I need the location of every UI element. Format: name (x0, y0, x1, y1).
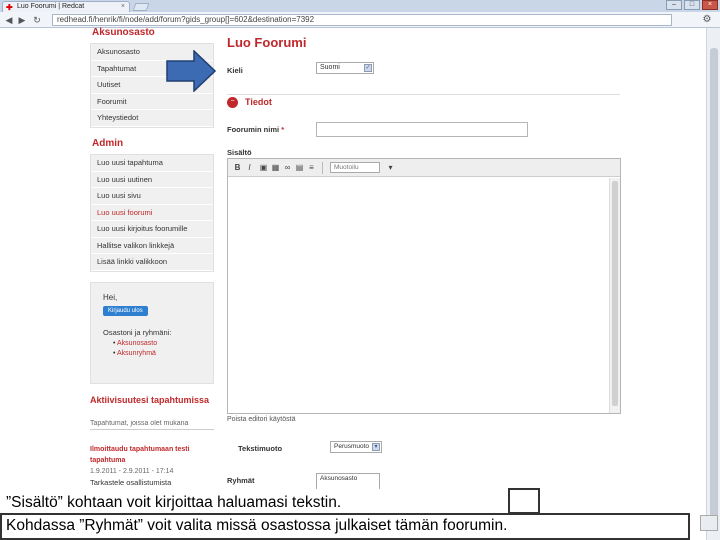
new-tab-button[interactable] (132, 3, 150, 11)
caption-line-2: Kohdassa ”Ryhmät” voit valita missä osas… (0, 513, 690, 540)
language-select[interactable]: Suomi ✓ (316, 62, 374, 74)
text-format-value: Perusmuoto (334, 443, 370, 450)
caption-box (508, 488, 540, 514)
bold-icon[interactable]: B (233, 163, 242, 172)
user-greeting: Hei, (103, 293, 118, 302)
events-subtitle: Tapahtumat, joissa olet mukana (90, 420, 214, 430)
collapse-icon[interactable]: − (227, 97, 238, 108)
forum-name-input[interactable] (316, 122, 528, 137)
divider (227, 94, 620, 95)
admin-item-new-page[interactable]: Luo uusi sivu (91, 188, 213, 205)
close-window-button[interactable]: × (702, 0, 718, 10)
chevron-down-icon: ▾ (372, 443, 380, 451)
admin-item-new-forum-post[interactable]: Luo uusi kirjoitus foorumille (91, 221, 213, 238)
language-value: Suomi (320, 64, 340, 71)
user-group-link[interactable]: • Aksunryhmä (113, 350, 213, 357)
sidebar-item-yhteystiedot[interactable]: Yhteystiedot (91, 110, 213, 127)
sidebar-item-foorumit[interactable]: Foorumit (91, 94, 213, 110)
language-label: Kieli (227, 66, 243, 75)
chevron-down-icon: ✓ (364, 64, 372, 72)
admin-item-add-link[interactable]: Lisää linkki valikkoon (91, 254, 213, 271)
arrow-right-icon (166, 50, 216, 92)
editor-content-area[interactable] (228, 178, 608, 413)
maximize-button[interactable]: □ (684, 0, 700, 10)
back-icon[interactable]: ◀ (4, 15, 14, 25)
caption-line-1: ”Sisältö” kohtaan voit kirjoittaa haluam… (0, 489, 508, 515)
image-icon[interactable]: ▣ (259, 163, 268, 172)
minimize-button[interactable]: – (666, 0, 682, 10)
forum-name-label: Foorumin nimi * (227, 125, 285, 134)
admin-item-new-news[interactable]: Luo uusi uutinen (91, 172, 213, 188)
sidebar: Aksunosasto Aksunosasto Tapahtumat Uutis… (90, 27, 216, 540)
groups-label: Ryhmät (227, 476, 255, 485)
corner-widget (700, 515, 718, 531)
text-format-select[interactable]: Perusmuoto ▾ (330, 441, 382, 453)
user-group-link[interactable]: • Aksunosasto (113, 340, 213, 347)
table-icon[interactable]: ▦ (271, 163, 280, 172)
source-icon[interactable]: ▾ (386, 163, 395, 172)
browser-tab[interactable]: ✚ Luo Foorumi | Redcat × (2, 1, 130, 12)
event-date: 1.9.2011 - 2.9.2011 - 17:14 (90, 468, 174, 475)
groups-option[interactable]: Aksunosasto (320, 475, 357, 482)
italic-icon[interactable]: I (245, 163, 254, 172)
close-tab-icon[interactable]: × (121, 2, 125, 12)
events-title: Aktiivisuutesi tapahtumissa (90, 395, 210, 405)
section-title: Aksunosasto (92, 27, 155, 38)
url-field[interactable]: redhead.fi/henrik/fi/node/add/forum?gids… (52, 14, 672, 26)
admin-item-new-event[interactable]: Luo uusi tapahtuma (91, 155, 213, 172)
content-label: Sisältö (227, 148, 252, 157)
format-select[interactable]: Muotoilu (330, 162, 380, 173)
admin-title: Admin (92, 138, 124, 149)
page-scrollbar[interactable] (706, 28, 720, 540)
admin-menu: Luo uusi tapahtuma Luo uusi uutinen Luo … (90, 154, 214, 272)
editor-toolbar: B I ▣ ▦ ∞ ▤ ≡ Muotoilu ▾ (228, 159, 620, 177)
required-mark: * (281, 125, 285, 134)
toolbar-separator (322, 162, 323, 174)
event-manage-link[interactable]: Tarkastele osallistumista (90, 478, 171, 487)
admin-item-manage-links[interactable]: Hallitse valikon linkkejä (91, 238, 213, 254)
window-controls: – □ × (666, 0, 718, 12)
page-scroll-thumb[interactable] (710, 48, 718, 518)
rich-text-editor: B I ▣ ▦ ∞ ▤ ≡ Muotoilu ▾ (227, 158, 621, 414)
user-box: Hei, Kirjaudu ulos Osastoni ja ryhmäni: … (90, 282, 214, 384)
media-icon[interactable]: ▤ (295, 163, 304, 172)
list-icon[interactable]: ≡ (307, 163, 316, 172)
redcross-favicon-icon: ✚ (6, 3, 13, 12)
fieldset-title[interactable]: Tiedot (245, 97, 272, 107)
reload-icon[interactable]: ↻ (32, 15, 42, 25)
editor-scroll-thumb[interactable] (612, 181, 618, 406)
wrench-icon[interactable]: ⚙ (700, 14, 714, 26)
admin-item-new-forum[interactable]: Luo uusi foorumi (91, 205, 213, 221)
address-bar: ◀ ▶ ↻ redhead.fi/henrik/fi/node/add/foru… (0, 12, 720, 28)
forward-icon[interactable]: ▶ (17, 15, 27, 25)
browser-tab-bar: ✚ Luo Foorumi | Redcat × – □ × (0, 0, 720, 12)
tab-title: Luo Foorumi | Redcat (17, 3, 85, 10)
event-link[interactable]: Ilmoittaudu tapahtumaan testi tapahtuma (90, 444, 214, 466)
user-groups-label: Osastoni ja ryhmäni: (103, 328, 172, 337)
disable-editor-link[interactable]: Poista editori käytöstä (227, 416, 295, 423)
logout-button[interactable]: Kirjaudu ulos (103, 306, 148, 316)
editor-scrollbar[interactable] (609, 178, 620, 413)
text-format-label: Tekstimuoto (238, 444, 283, 453)
page-title: Luo Foorumi (227, 35, 307, 50)
link-icon[interactable]: ∞ (283, 163, 292, 172)
